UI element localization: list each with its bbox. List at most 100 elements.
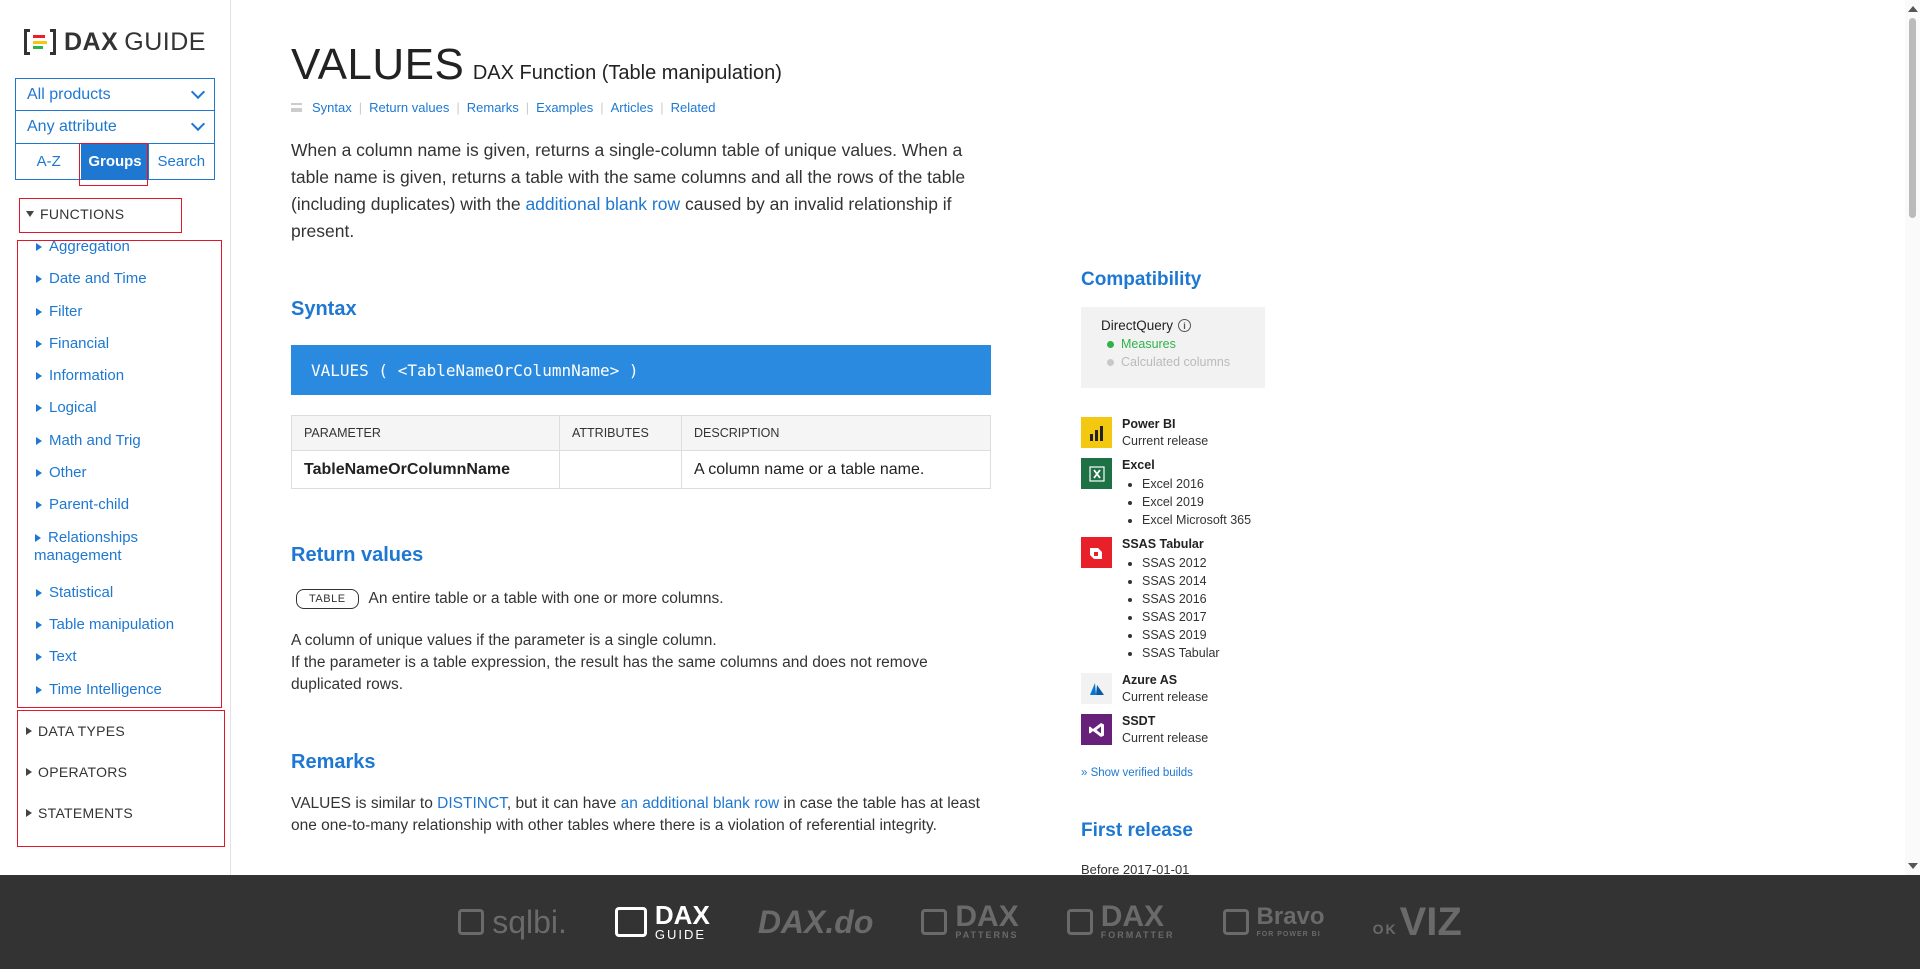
dax-formatter-logo[interactable]: DAX FORMATTER: [1066, 902, 1175, 940]
table-header-row: PARAMETER ATTRIBUTES DESCRIPTION: [291, 415, 991, 451]
excel-icon: [1081, 458, 1112, 489]
product-name: Excel: [1122, 458, 1155, 472]
toc-articles[interactable]: Articles: [611, 100, 654, 115]
additional-blank-row-link-2[interactable]: an additional blank row: [621, 795, 780, 812]
parameter-name: TableNameOrColumnName: [291, 450, 560, 489]
product-ssas-tabular: SSAS Tabular SSAS 2012 SSAS 2014 SSAS 20…: [1081, 537, 1220, 662]
parameter-description: A column name or a table name.: [681, 450, 991, 489]
return-line: A column of unique values if the paramet…: [291, 632, 717, 649]
highlight-functions: [19, 198, 182, 233]
product-name: SSAS Tabular: [1122, 537, 1204, 551]
logo-dax-text: DAX: [64, 27, 119, 56]
product-version: SSAS 2014: [1142, 572, 1220, 590]
dax-do-logo[interactable]: DAX.do: [758, 904, 874, 941]
dax-patterns-icon: [921, 909, 948, 935]
dax-guide-footer-text: DAX: [654, 900, 710, 930]
product-azure-as: Azure AS Current release: [1081, 673, 1208, 706]
toc-remarks[interactable]: Remarks: [467, 100, 519, 115]
product-name: SSDT: [1122, 714, 1156, 728]
dq-measures-label: Measures: [1121, 337, 1176, 351]
additional-blank-row-link[interactable]: additional blank row: [525, 194, 680, 214]
toc-related[interactable]: Related: [671, 100, 716, 115]
okviz-prefix: OK: [1372, 921, 1398, 937]
product-power-bi: Power BI Current release: [1081, 417, 1208, 450]
toc-separator: |: [660, 100, 664, 115]
dax-patterns-text: DAX: [955, 900, 1019, 933]
dax-do-text: DAX.do: [757, 903, 874, 940]
dax-guide-footer-logo[interactable]: DAX GUIDE: [614, 900, 710, 942]
parameter-attributes: [559, 450, 682, 489]
product-version: SSAS 2017: [1142, 608, 1220, 626]
function-subtitle: DAX Function (Table manipulation): [472, 62, 782, 84]
return-line: If the parameter is a table expression, …: [291, 654, 928, 693]
logo-guide-text: GUIDE: [124, 27, 206, 56]
scroll-down-icon[interactable]: [1908, 863, 1918, 869]
product-version: Excel 2016: [1142, 475, 1251, 493]
syntax-code-block: VALUES ( <TableNameOrColumnName> ): [291, 345, 991, 395]
tab-search[interactable]: Search: [149, 144, 214, 179]
toc-examples[interactable]: Examples: [536, 100, 593, 115]
okviz-logo[interactable]: OK VIZ: [1373, 900, 1462, 945]
distinct-link[interactable]: DISTINCT: [437, 795, 507, 812]
dax-patterns-logo[interactable]: DAX PATTERNS: [921, 900, 1019, 940]
table-row: TableNameOrColumnName A column name or a…: [291, 450, 991, 489]
function-name: VALUES: [291, 40, 465, 89]
directquery-box: DirectQuery i Measures Calculated column…: [1081, 307, 1265, 388]
product-name: Power BI: [1122, 417, 1176, 431]
scrollbar-thumb[interactable]: [1909, 18, 1916, 218]
highlight-function-groups: [17, 240, 222, 708]
chevron-down-icon: [190, 116, 206, 132]
column-header-parameter: PARAMETER: [291, 415, 560, 451]
remarks-text: VALUES is similar to DISTINCT, but it ca…: [291, 793, 991, 837]
bravo-icon: [1222, 909, 1249, 935]
toc-separator: |: [456, 100, 460, 115]
status-dot-gray: [1107, 358, 1114, 366]
product-release: Current release: [1122, 434, 1209, 448]
product-ssdt: SSDT Current release: [1081, 714, 1208, 747]
products-select[interactable]: All products: [15, 78, 215, 111]
tab-a-z[interactable]: A-Z: [16, 144, 83, 179]
column-header-attributes: ATTRIBUTES: [559, 415, 682, 451]
list-icon: [291, 103, 302, 112]
remarks-heading: Remarks: [291, 751, 376, 773]
sqlbi-text: sqlbi.: [492, 903, 567, 940]
product-version: SSAS 2012: [1142, 554, 1220, 572]
table-of-contents: Syntax | Return values | Remarks | Examples…: [291, 100, 715, 115]
sqlbi-logo[interactable]: sqlbi.: [458, 904, 567, 941]
product-excel: Excel Excel 2016 Excel 2019 Excel Micros…: [1081, 458, 1251, 529]
column-header-description: DESCRIPTION: [681, 415, 991, 451]
chevron-down-icon: [190, 84, 206, 99]
compatibility-heading: Compatibility: [1081, 269, 1202, 290]
directquery-title: DirectQuery i: [1101, 318, 1245, 333]
toc-syntax[interactable]: Syntax: [312, 100, 352, 115]
bravo-sub: FOR POWER BI: [1256, 931, 1321, 938]
highlight-other-categories: [17, 710, 225, 847]
dax-formatter-sub: FORMATTER: [1100, 930, 1175, 940]
dq-calc-label: Calculated columns: [1121, 355, 1231, 369]
azure-icon: [1081, 673, 1112, 704]
dq-calculated-columns: Calculated columns: [1107, 355, 1245, 369]
remarks-span: VALUES is similar to: [291, 795, 438, 812]
toc-separator: |: [600, 100, 604, 115]
product-version: SSAS 2016: [1142, 590, 1220, 608]
info-icon[interactable]: i: [1178, 319, 1192, 332]
footer-brand-bar: sqlbi. DAX GUIDE DAX.do DAX PATTERNS DAX…: [0, 875, 1920, 969]
vertical-scrollbar[interactable]: [1905, 0, 1920, 875]
product-version: SSAS 2019: [1142, 626, 1220, 644]
attribute-select[interactable]: Any attribute: [15, 111, 215, 144]
products-select-value: All products: [27, 85, 111, 103]
ssas-icon: [1081, 537, 1112, 568]
toc-return-values[interactable]: Return values: [369, 100, 449, 115]
dax-guide-logo[interactable]: DAX GUIDE: [24, 26, 206, 58]
bravo-logo[interactable]: Bravo FOR POWER BI: [1222, 904, 1325, 940]
status-dot-green: [1107, 340, 1114, 348]
show-verified-builds-link[interactable]: » Show verified builds: [1081, 767, 1193, 779]
sidebar: DAX GUIDE All products Any attribute A-Z…: [0, 0, 231, 875]
dax-formatter-icon: [1066, 909, 1093, 935]
syntax-heading: Syntax: [291, 298, 357, 320]
scroll-up-icon[interactable]: [1908, 6, 1918, 12]
directquery-label: DirectQuery: [1101, 318, 1174, 333]
sqlbi-icon: [458, 909, 485, 935]
toc-separator: |: [358, 100, 363, 115]
attribute-select-value: Any attribute: [27, 118, 117, 135]
